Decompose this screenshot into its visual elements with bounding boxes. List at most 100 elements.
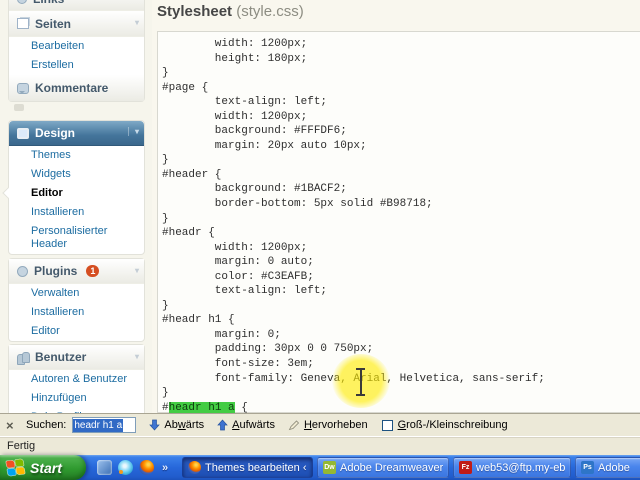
code-line: #headr { <box>162 226 640 241</box>
page-title-filename: (style.css) <box>236 3 304 20</box>
code-line: margin: 0 auto; <box>162 255 640 270</box>
comments-icon <box>17 83 29 94</box>
taskbar-button-filezilla[interactable]: Fz web53@ftp.my-eboo... <box>453 457 571 478</box>
page-title: Stylesheet (style.css) <box>157 3 304 20</box>
code-line: text-align: left; <box>162 284 640 299</box>
chevron-down-icon[interactable]: ▾ <box>135 352 139 361</box>
match-case-label[interactable]: Groß-/Kleinschreibung <box>398 419 508 431</box>
menu-box-top: Links Seiten ▾ Bearbeiten Erstellen Komm… <box>8 0 145 102</box>
taskbar-button-dreamweaver[interactable]: Dw Adobe Dreamweaver ... <box>317 457 449 478</box>
code-line: border-bottom: 5px solid #B98718; <box>162 197 640 212</box>
menu-box-benutzer: Benutzer ▾ Autoren & Benutzer Hinzufügen… <box>8 344 145 413</box>
menu-box-plugins: Plugins 1 ▾ Verwalten Installieren Edito… <box>8 258 145 342</box>
page-title-main: Stylesheet <box>157 3 232 20</box>
code-line: #headr h1 { <box>162 313 640 328</box>
match-case-checkbox[interactable] <box>382 420 393 431</box>
find-highlight-match: headr h1 a <box>169 402 235 414</box>
status-text: Fertig <box>7 440 35 452</box>
stylesheet-editor-textarea[interactable]: width: 1200px; height: 180px;}#page { te… <box>157 31 640 413</box>
quick-launch-bar: » <box>92 455 168 480</box>
wordpress-admin-sidebar: Links Seiten ▾ Bearbeiten Erstellen Komm… <box>0 0 152 413</box>
chevron-down-icon[interactable]: ▾ <box>135 18 139 27</box>
sidebar-item-widgets[interactable]: Widgets <box>9 165 144 184</box>
plugins-icon <box>17 266 28 277</box>
start-button[interactable]: Start <box>0 455 86 480</box>
sidebar-item-label: Seiten <box>35 17 71 31</box>
code-line: height: 180px; <box>162 52 640 67</box>
code-line: width: 1200px; <box>162 241 640 256</box>
internet-explorer-icon[interactable] <box>118 460 133 475</box>
chevron-down-icon[interactable]: ▾ <box>128 127 139 136</box>
sidebar-item-personalisierter-header[interactable]: Personalisierter Header <box>9 222 129 254</box>
arrow-up-icon <box>217 419 228 431</box>
search-input-selected-text: headr h1 a <box>73 419 123 432</box>
users-icon <box>17 352 29 363</box>
taskbar-buttons: Themes bearbeiten ‹ ... Dw Adobe Dreamwe… <box>182 457 640 478</box>
sidebar-item-installieren[interactable]: Installieren <box>9 203 144 222</box>
arrow-down-icon <box>149 419 160 431</box>
code-line: } <box>162 386 640 401</box>
code-line: font-size: 3em; <box>162 357 640 372</box>
close-icon[interactable]: × <box>6 418 22 433</box>
firefox-icon[interactable] <box>139 460 154 475</box>
sidebar-collapse-arrow[interactable] <box>14 104 24 111</box>
quick-launch-overflow-chevron[interactable]: » <box>162 462 168 474</box>
firefox-find-bar: × Suchen: headr h1 a Abwärts Aufwärts He… <box>0 413 640 436</box>
find-label: Suchen: <box>26 419 66 431</box>
code-line: } <box>162 66 640 81</box>
chevron-down-icon[interactable]: ▾ <box>135 266 139 275</box>
sidebar-item-plugins-editor[interactable]: Editor <box>9 322 144 341</box>
sidebar-item-hinzufuegen[interactable]: Hinzufügen <box>9 389 144 408</box>
firefox-icon <box>188 461 201 474</box>
code-line: padding: 30px 0 0 750px; <box>162 342 640 357</box>
sidebar-item-label: Links <box>33 0 64 6</box>
sidebar-item-plugins-installieren[interactable]: Installieren <box>9 303 144 322</box>
highlight-all-button[interactable]: Hervorheben <box>288 419 368 431</box>
code-lines: width: 1200px; height: 180px;}#page { te… <box>158 32 640 401</box>
quick-launch-app-icon[interactable] <box>97 460 112 475</box>
taskbar-button-firefox[interactable]: Themes bearbeiten ‹ ... <box>182 457 313 478</box>
dreamweaver-icon: Dw <box>323 461 336 474</box>
photoshop-icon: Ps <box>581 461 594 474</box>
sidebar-item-autoren-benutzer[interactable]: Autoren & Benutzer <box>9 370 144 389</box>
start-button-label: Start <box>30 460 62 476</box>
code-line: #page { <box>162 81 640 96</box>
menu-box-design: Design ▾ Themes Widgets Editor Installie… <box>8 120 145 255</box>
code-line: width: 1200px; <box>162 110 640 125</box>
search-input[interactable]: headr h1 a <box>72 417 136 433</box>
code-line: background: #FFFDF6; <box>162 124 640 139</box>
taskbar-button-photoshop[interactable]: Ps Adobe <box>575 457 640 478</box>
sidebar-item-seiten[interactable]: Seiten ▾ <box>9 11 144 37</box>
sidebar-item-design[interactable]: Design ▾ <box>9 121 144 146</box>
sidebar-item-label: Kommentare <box>35 81 108 95</box>
sidebar-item-kommentare[interactable]: Kommentare <box>9 75 144 101</box>
highlighter-pen-icon <box>288 419 300 431</box>
code-line: color: #C3EAFB; <box>162 270 640 285</box>
sidebar-item-bearbeiten[interactable]: Bearbeiten <box>9 37 144 56</box>
design-icon <box>17 128 29 139</box>
windows-logo-icon <box>6 459 25 476</box>
sidebar-item-label: Benutzer <box>35 350 86 364</box>
sidebar-item-label: Design <box>35 126 75 140</box>
find-next-button[interactable]: Abwärts <box>149 419 204 431</box>
code-line: } <box>162 153 640 168</box>
sidebar-item-themes[interactable]: Themes <box>9 146 144 165</box>
find-previous-button[interactable]: Aufwärts <box>217 419 275 431</box>
code-line: background: #1BACF2; <box>162 182 640 197</box>
code-line: width: 1200px; <box>162 37 640 52</box>
code-line: font-family: Geneva, Arial, Helvetica, s… <box>162 372 640 387</box>
code-line: text-align: left; <box>162 95 640 110</box>
sidebar-item-verwalten[interactable]: Verwalten <box>9 284 144 303</box>
plugins-update-badge: 1 <box>86 265 99 277</box>
browser-status-bar: Fertig <box>0 436 640 455</box>
code-line: #header { <box>162 168 640 183</box>
sidebar-item-erstellen[interactable]: Erstellen <box>9 56 144 75</box>
code-line: margin: 20px auto 10px; <box>162 139 640 154</box>
filezilla-icon: Fz <box>459 461 472 474</box>
sidebar-item-links[interactable]: Links <box>9 0 144 11</box>
sidebar-item-plugins[interactable]: Plugins 1 ▾ <box>9 259 144 284</box>
windows-taskbar: Start » Themes bearbeiten ‹ ... Dw Adobe… <box>0 455 640 480</box>
current-item-notch <box>2 187 13 198</box>
sidebar-item-benutzer[interactable]: Benutzer ▾ <box>9 345 144 370</box>
sidebar-item-editor-selected[interactable]: Editor <box>9 184 144 203</box>
